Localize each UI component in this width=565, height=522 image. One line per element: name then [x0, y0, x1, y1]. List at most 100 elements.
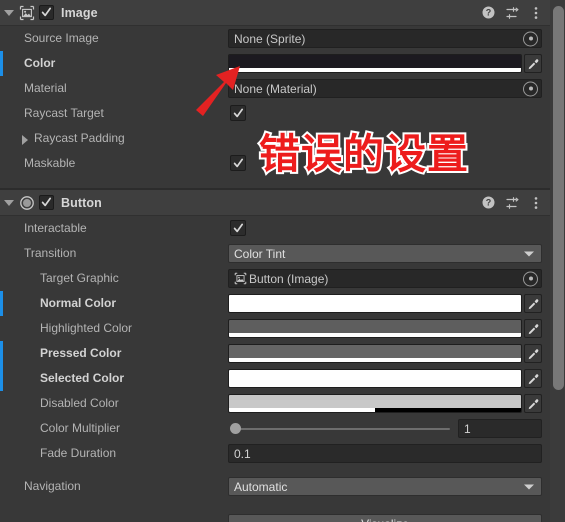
button-foldout-toggle[interactable]	[0, 190, 18, 215]
eyedropper-icon	[528, 298, 539, 309]
pressed-color-rgb	[229, 345, 521, 358]
material-value: None (Material)	[234, 81, 317, 96]
eyedropper-icon	[528, 58, 539, 69]
image-component-title: Image	[61, 5, 98, 20]
pressed-color-swatch[interactable]	[228, 344, 522, 363]
row-normal-color: Normal Color	[0, 291, 565, 316]
prefab-override-marker	[0, 341, 3, 366]
selected-color-alpha	[229, 383, 521, 387]
label-navigation: Navigation	[24, 479, 81, 493]
disabled-color-swatch[interactable]	[228, 394, 522, 413]
eyedropper-icon	[528, 398, 539, 409]
selected-color-eyedropper-button[interactable]	[524, 369, 542, 388]
color-multiplier-value-field[interactable]: 1	[458, 419, 542, 438]
eyedropper-icon	[528, 373, 539, 384]
label-normal-color: Normal Color	[40, 296, 117, 310]
label-raycast-padding: Raycast Padding	[34, 131, 125, 145]
interactable-checkbox[interactable]	[230, 220, 246, 236]
material-object-field[interactable]: None (Material)	[228, 79, 542, 98]
disabled-color-rgb	[229, 395, 521, 408]
label-material: Material	[24, 81, 67, 95]
color-swatch[interactable]	[228, 54, 522, 73]
label-selected-color: Selected Color	[40, 371, 125, 385]
prefab-override-marker	[0, 366, 3, 391]
maskable-checkbox[interactable]	[230, 155, 246, 171]
row-transition: Transition Color Tint	[0, 241, 565, 266]
help-icon[interactable]: ?	[481, 6, 495, 20]
button-component-icon	[18, 194, 36, 212]
chevron-down-icon	[4, 199, 14, 206]
normal-color-swatch[interactable]	[228, 294, 522, 313]
image-enabled-checkbox[interactable]	[39, 5, 54, 20]
svg-text:?: ?	[485, 8, 491, 18]
label-transition: Transition	[24, 246, 77, 260]
highlighted-color-rgb	[229, 320, 521, 333]
target-graphic-value: Button (Image)	[249, 271, 329, 286]
more-menu-icon[interactable]	[529, 196, 543, 210]
check-icon	[233, 158, 243, 167]
selected-color-swatch[interactable]	[228, 369, 522, 388]
button-component-header[interactable]: Button ?	[0, 189, 565, 216]
row-color-multiplier: Color Multiplier 1	[0, 416, 565, 441]
highlighted-color-alpha	[229, 333, 521, 337]
label-color-multiplier: Color Multiplier	[40, 421, 121, 435]
button-component-title: Button	[61, 195, 102, 210]
object-picker-icon[interactable]	[523, 31, 538, 46]
image-component-header[interactable]: Image ?	[0, 0, 565, 26]
row-source-image: Source Image None (Sprite)	[0, 26, 565, 51]
chevron-down-icon	[524, 251, 534, 256]
row-raycast-target: Raycast Target	[0, 101, 565, 126]
color-eyedropper-button[interactable]	[524, 54, 542, 73]
source-image-object-field[interactable]: None (Sprite)	[228, 29, 542, 48]
transition-dropdown[interactable]: Color Tint	[228, 244, 542, 263]
image-foldout-toggle[interactable]	[0, 0, 18, 25]
button-enabled-checkbox[interactable]	[39, 195, 54, 210]
more-menu-icon[interactable]	[529, 6, 543, 20]
color-multiplier-slider[interactable]	[236, 428, 450, 430]
preset-icon[interactable]	[505, 6, 519, 20]
svg-text:?: ?	[485, 198, 491, 208]
image-component-icon	[18, 4, 36, 22]
scrollbar-thumb[interactable]	[553, 6, 564, 390]
row-highlighted-color: Highlighted Color	[0, 316, 565, 341]
pressed-color-eyedropper-button[interactable]	[524, 344, 542, 363]
annotation-text: 错误的设置	[257, 128, 470, 180]
inspector-scrollbar[interactable]	[550, 0, 565, 522]
check-icon	[41, 7, 52, 17]
row-disabled-color: Disabled Color	[0, 391, 565, 416]
fade-duration-input[interactable]: 0.1	[228, 444, 542, 463]
prefab-override-marker	[0, 51, 3, 76]
row-selected-color: Selected Color	[0, 366, 565, 391]
object-picker-icon[interactable]	[523, 271, 538, 286]
highlighted-color-swatch[interactable]	[228, 319, 522, 338]
selected-color-rgb	[229, 370, 521, 383]
navigation-dropdown[interactable]: Automatic	[228, 477, 542, 496]
label-highlighted-color: Highlighted Color	[40, 321, 133, 335]
fade-duration-value: 0.1	[228, 444, 542, 463]
normal-color-rgb	[229, 295, 521, 308]
normal-color-eyedropper-button[interactable]	[524, 294, 542, 313]
chevron-down-icon	[524, 484, 534, 489]
label-disabled-color: Disabled Color	[40, 396, 119, 410]
label-color: Color	[24, 56, 56, 70]
color-multiplier-slider-handle[interactable]	[230, 423, 241, 434]
target-graphic-object-field[interactable]: Button (Image)	[228, 269, 542, 288]
row-color: Color	[0, 51, 565, 76]
highlighted-color-eyedropper-button[interactable]	[524, 319, 542, 338]
label-interactable: Interactable	[24, 221, 87, 235]
raycast-target-checkbox[interactable]	[230, 105, 246, 121]
row-navigation: Navigation Automatic	[0, 474, 565, 499]
disabled-color-eyedropper-button[interactable]	[524, 394, 542, 413]
help-icon[interactable]: ?	[481, 196, 495, 210]
preset-icon[interactable]	[505, 196, 519, 210]
row-interactable: Interactable	[0, 216, 565, 241]
row-pressed-color: Pressed Color	[0, 341, 565, 366]
label-raycast-target: Raycast Target	[24, 106, 104, 120]
label-fade-duration: Fade Duration	[40, 446, 117, 460]
chevron-right-icon[interactable]	[22, 135, 28, 145]
visualize-button[interactable]: Visualize	[228, 514, 542, 522]
button-component-body: Interactable Transition Color Tint Targe…	[0, 216, 565, 499]
object-picker-icon[interactable]	[523, 81, 538, 96]
normal-color-alpha	[229, 308, 521, 312]
row-material: Material None (Material)	[0, 76, 565, 101]
